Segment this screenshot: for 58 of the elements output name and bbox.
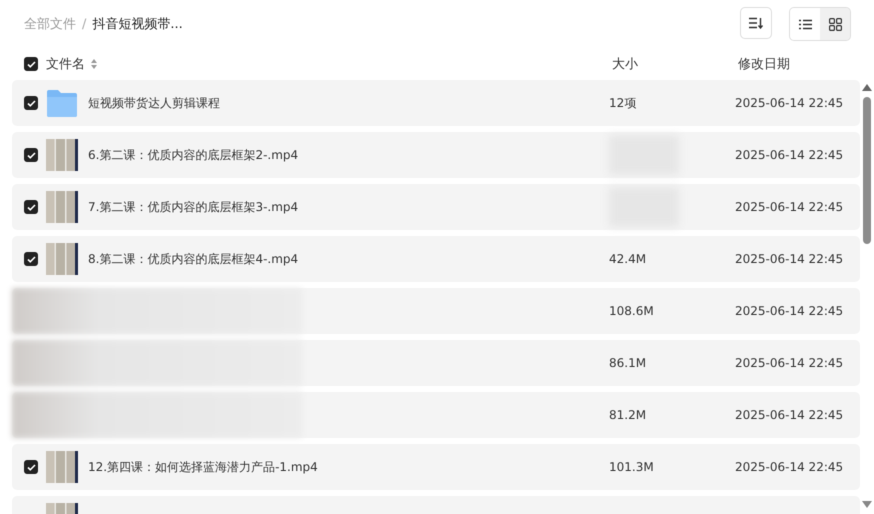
modified-date: 2025-06-14 22:45 xyxy=(735,252,844,266)
row-checkbox[interactable] xyxy=(24,200,38,214)
file-size: 12项 xyxy=(609,96,636,110)
video-thumbnail xyxy=(46,243,78,275)
check-icon xyxy=(26,60,36,68)
breadcrumb-separator: / xyxy=(82,16,86,32)
check-icon xyxy=(26,204,36,210)
modified-date: 2025-06-14 22:45 xyxy=(735,356,844,370)
check-icon xyxy=(26,152,36,158)
file-row[interactable]: 短视频带货达人剪辑课程 12项 2025-06-14 22:45 xyxy=(12,80,860,126)
video-thumbnail xyxy=(46,139,78,171)
file-size: 108.6M xyxy=(609,304,654,318)
video-thumbnail xyxy=(46,451,78,483)
row-checkbox[interactable] xyxy=(24,96,38,110)
file-name: 12.第四课：如何选择蓝海潜力产品-1.mp4 xyxy=(88,458,318,476)
sort-arrows-icon xyxy=(91,59,97,69)
modified-date: 2025-06-14 22:45 xyxy=(735,96,844,110)
column-header: 大小 xyxy=(612,56,639,73)
check-icon xyxy=(26,100,36,106)
file-row[interactable]: 108.6M 2025-06-14 22:45 xyxy=(12,288,860,334)
file-size: 81.2M xyxy=(609,408,646,422)
breadcrumb-item: 抖音短视频带... xyxy=(92,16,183,33)
file-size: 101.3M xyxy=(609,460,654,474)
modified-date: 2025-06-14 22:45 xyxy=(735,460,844,474)
column-header[interactable]: 文件名 xyxy=(46,55,85,73)
row-checkbox[interactable] xyxy=(24,252,38,266)
grid-view-button[interactable] xyxy=(820,8,850,40)
scrollbar-thumb[interactable] xyxy=(863,97,871,244)
modified-date: 2025-06-14 22:45 xyxy=(735,408,844,422)
file-row[interactable]: 81.2M 2025-06-14 22:45 xyxy=(12,392,860,438)
file-name: 短视频带货达人剪辑课程 xyxy=(88,94,220,112)
file-row[interactable]: 8.第二课：优质内容的底层框架4-.mp4 42.4M 2025-06-14 22:45 xyxy=(12,236,860,282)
file-row[interactable]: 7.第二课：优质内容的底层框架3-.mp4 2025-06-14 22:45 xyxy=(12,184,860,230)
folder-icon xyxy=(46,89,78,117)
sort-icon xyxy=(749,17,763,29)
file-row[interactable]: 6.第二课：优质内容的底层框架2-.mp4 2025-06-14 22:45 xyxy=(12,132,860,178)
file-size: 86.1M xyxy=(609,356,646,370)
scroll-up-arrow-icon[interactable] xyxy=(862,84,872,91)
row-checkbox[interactable] xyxy=(24,148,38,162)
scroll-down-arrow-icon[interactable] xyxy=(862,501,872,508)
modified-date: 2025-06-14 22:45 xyxy=(735,304,844,318)
check-icon xyxy=(26,464,36,470)
list-icon xyxy=(798,18,812,30)
file-name: 6.第二课：优质内容的底层框架2-.mp4 xyxy=(88,146,298,164)
file-name: 8.第二课：优质内容的底层框架4-.mp4 xyxy=(88,250,298,268)
select-all-checkbox[interactable] xyxy=(24,57,38,71)
sort-button[interactable] xyxy=(740,7,772,39)
video-thumbnail xyxy=(46,191,78,223)
check-icon xyxy=(26,256,36,262)
column-header: 修改日期 xyxy=(738,56,791,73)
file-size: 42.4M xyxy=(609,252,646,266)
file-row[interactable]: 12.第四课：如何选择蓝海潜力产品-1.mp4 101.3M 2025-06-14 22:45 xyxy=(12,444,860,490)
modified-date: 2025-06-14 22:45 xyxy=(735,148,844,162)
file-name: 7.第二课：优质内容的底层框架3-.mp4 xyxy=(88,198,298,216)
grid-icon xyxy=(828,18,842,30)
modified-date: 2025-06-14 22:45 xyxy=(735,200,844,214)
row-checkbox[interactable] xyxy=(24,460,38,474)
file-row[interactable]: 86.1M 2025-06-14 22:45 xyxy=(12,340,860,386)
